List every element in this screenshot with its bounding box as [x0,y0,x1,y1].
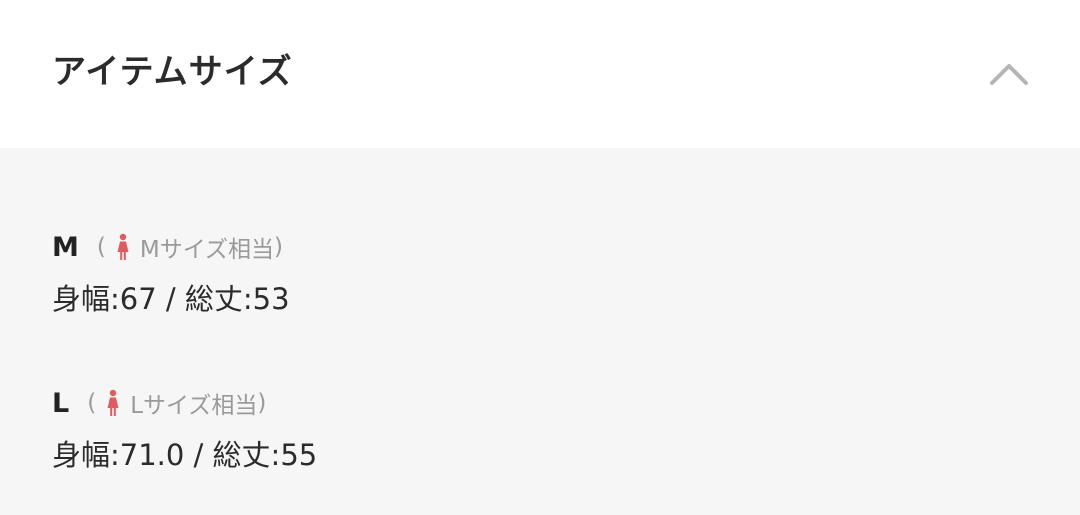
note-open-paren: ( [87,390,97,416]
female-person-icon [117,233,129,260]
note-text: Lサイズ相当 [130,393,258,419]
size-entry-m: M ( Mサイズ相当 ) 身幅:67 / 総丈:53 [52,230,290,317]
item-size-header[interactable]: アイテムサイズ [0,0,1080,148]
note-close-paren: ) [274,234,283,260]
chevron-up-icon [990,64,1028,85]
size-heading: L ( Lサイズ相当 ) [52,386,317,420]
note-close-paren: ) [257,390,267,416]
size-label: M [52,231,79,263]
size-measurements: 身幅:67 / 総丈:53 [52,282,290,316]
note-text: Mサイズ相当 [139,237,275,263]
size-measurements: 身幅:71.0 / 総丈:55 [52,438,318,472]
female-person-icon [107,389,119,416]
collapse-toggle-button[interactable] [984,52,1034,96]
size-heading: M ( Mサイズ相当 ) [52,230,290,264]
size-equivalent-note: ( Mサイズ相当 ) [97,230,283,264]
size-equivalent-note: ( Lサイズ相当 ) [87,386,266,420]
size-entry-l: L ( Lサイズ相当 ) 身幅:71.0 / 総丈:55 [52,386,317,473]
section-title: アイテムサイズ [52,52,293,92]
size-details-panel: M ( Mサイズ相当 ) 身幅:67 / 総丈:53 L (Lサイズ相当) … [0,148,1080,515]
note-open-paren: ( [96,234,106,260]
size-label: L [52,387,70,419]
